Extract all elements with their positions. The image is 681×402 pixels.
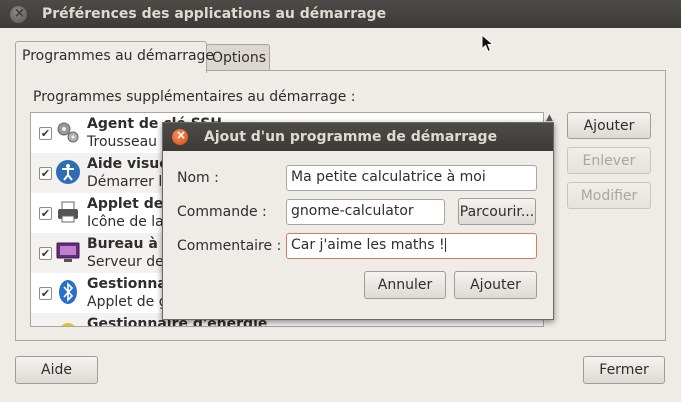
- checkbox[interactable]: ✔: [39, 127, 52, 140]
- name-field[interactable]: Ma petite calculatrice à moi: [286, 165, 537, 191]
- checkbox[interactable]: ✔: [39, 207, 52, 220]
- tab-options[interactable]: Options: [206, 44, 270, 71]
- tab-label: Options: [212, 50, 267, 66]
- add-button[interactable]: Ajouter: [567, 112, 651, 139]
- tab-label: Programmes au démarrage: [22, 48, 215, 64]
- close-icon[interactable]: ×: [10, 6, 27, 23]
- help-button[interactable]: Aide: [15, 356, 98, 384]
- item-title: Aide visue: [87, 156, 169, 172]
- browse-button[interactable]: Parcourir...: [458, 198, 536, 225]
- gears-icon: [57, 122, 79, 143]
- comment-text: Car j'aime les maths !: [291, 237, 445, 253]
- add-startup-dialog: × Ajout d'un programme de démarrage Nom …: [162, 122, 554, 320]
- dialog-titlebar: × Ajout d'un programme de démarrage: [163, 123, 553, 151]
- item-title: Gestionna: [87, 276, 167, 292]
- command-label: Commande :: [177, 204, 267, 220]
- accessibility-icon: [56, 160, 80, 184]
- close-icon[interactable]: ×: [172, 128, 188, 145]
- item-subtitle: Démarrer l': [87, 174, 167, 190]
- remove-button[interactable]: Enlever: [567, 147, 651, 174]
- name-label: Nom :: [177, 170, 219, 186]
- item-title: Applet de: [87, 196, 164, 212]
- remote-desktop-icon: [56, 242, 80, 262]
- power-icon: [61, 323, 75, 326]
- panel-label: Programmes supplémentaires au démarrage …: [33, 89, 356, 105]
- dialog-title: Ajout d'un programme de démarrage: [204, 129, 498, 145]
- window-title: Préférences des applications au démarrag…: [42, 6, 387, 22]
- edit-button[interactable]: Modifier: [567, 182, 651, 209]
- checkbox[interactable]: ✔: [39, 167, 52, 180]
- bluetooth-icon: [59, 280, 77, 304]
- command-field[interactable]: gnome-calculator: [286, 199, 445, 225]
- close-button[interactable]: Fermer: [583, 356, 665, 384]
- cancel-button[interactable]: Annuler: [364, 271, 446, 299]
- text-cursor: [444, 238, 446, 252]
- tab-startup-programs[interactable]: Programmes au démarrage: [15, 41, 214, 73]
- dialog-add-button[interactable]: Ajouter: [454, 271, 537, 299]
- item-subtitle: Icône de la: [87, 214, 164, 230]
- item-subtitle: Trousseau d: [87, 134, 171, 150]
- printer-icon: [58, 201, 78, 223]
- checkbox[interactable]: ✔: [39, 247, 52, 260]
- comment-label: Commentaire :: [177, 238, 282, 254]
- item-subtitle: Applet de g: [87, 294, 168, 310]
- item-subtitle: Serveur de: [87, 254, 164, 270]
- mouse-pointer-icon: [481, 34, 495, 53]
- checkbox[interactable]: ✔: [39, 287, 52, 300]
- item-title: Bureau à d: [87, 236, 173, 252]
- comment-field[interactable]: Car j'aime les maths !: [286, 233, 537, 259]
- window-titlebar: × Préférences des applications au démarr…: [0, 0, 681, 28]
